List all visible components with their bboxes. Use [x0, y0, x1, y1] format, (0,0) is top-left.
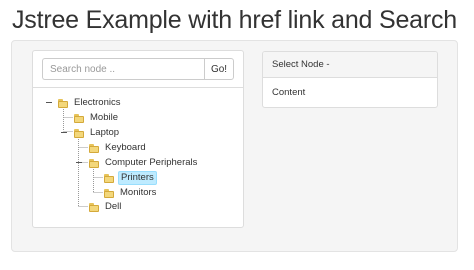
tree-node-label[interactable]: Electronics — [72, 96, 122, 110]
tree-node-dell[interactable]: Dell — [89, 200, 123, 214]
folder-icon — [58, 98, 68, 108]
tree-node-electronics[interactable]: Electronics — [58, 96, 122, 110]
tree-node-label[interactable]: Mobile — [88, 111, 120, 125]
tree-node-label[interactable]: Monitors — [118, 186, 158, 200]
tree-node-label[interactable]: Keyboard — [103, 141, 148, 155]
tree-node-label[interactable]: Dell — [103, 200, 123, 214]
folder-icon — [74, 113, 84, 123]
folder-icon — [104, 173, 114, 183]
tree-connector-lines — [46, 102, 103, 207]
folder-icon — [89, 143, 99, 153]
folder-icon — [74, 128, 84, 138]
node-detail-panel: Select Node - Content — [262, 51, 438, 108]
folder-icon — [89, 158, 99, 168]
tree-node-computer-peripherals[interactable]: Computer Peripherals — [89, 156, 199, 170]
page-title: Jstree Example with href link and Search — [12, 6, 457, 34]
folder-icon — [89, 202, 99, 212]
jstree: Electronics Mobile Laptop Keyboard Compu… — [33, 51, 243, 227]
tree-node-label[interactable]: Printers — [118, 171, 157, 185]
tree-node-monitors[interactable]: Monitors — [104, 186, 158, 200]
tree-panel: Go! — [32, 50, 244, 228]
tree-node-label[interactable]: Laptop — [88, 126, 121, 140]
detail-content: Content — [272, 87, 306, 98]
folder-icon — [104, 188, 114, 198]
tree-node-label[interactable]: Computer Peripherals — [103, 156, 199, 170]
tree-node-printers[interactable]: Printers — [104, 171, 157, 185]
tree-node-laptop[interactable]: Laptop — [74, 126, 121, 140]
tree-node-keyboard[interactable]: Keyboard — [89, 141, 148, 155]
tree-node-mobile[interactable]: Mobile — [74, 111, 120, 125]
detail-heading: Select Node - — [263, 52, 437, 78]
